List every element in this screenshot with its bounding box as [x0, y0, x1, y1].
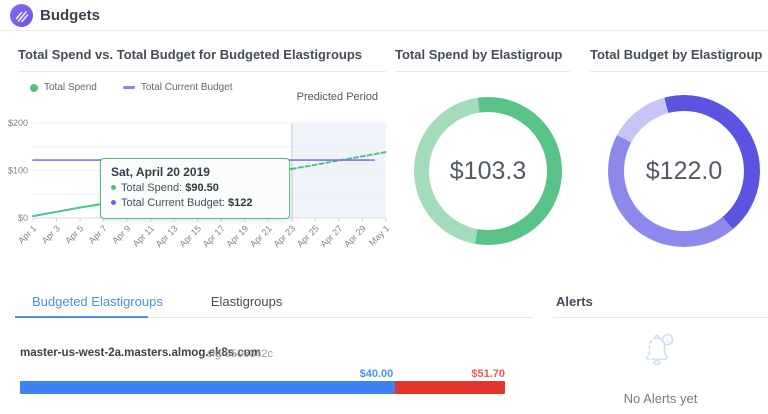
- tooltip-rows: Total Spend: $90.50Total Current Budget:…: [111, 181, 279, 211]
- predicted-period-label: Predicted Period: [297, 91, 378, 103]
- tooltip-bullet-icon: [111, 185, 116, 190]
- chart-tooltip: Sat, April 20 2019 Total Spend: $90.50To…: [100, 158, 290, 219]
- x-tick-label: Apr 3: [40, 223, 62, 245]
- chart-legend: Total Spend Total Current Budget: [30, 82, 233, 93]
- y-tick-label: $100: [8, 166, 28, 176]
- tooltip-bullet-icon: [111, 200, 116, 205]
- x-tick-label: Apr 9: [110, 223, 132, 245]
- divider: [18, 71, 386, 72]
- x-tick-label: Apr 21: [248, 223, 274, 249]
- spotinst-logo-icon: [10, 4, 33, 27]
- total-spend-value: $103.3: [450, 157, 526, 186]
- x-tick-label: Apr 7: [87, 223, 109, 245]
- total-budget-title: Total Budget by Elastigroup: [590, 47, 762, 62]
- x-tick-label: Apr 27: [319, 223, 345, 249]
- page-title: Budgets: [40, 0, 100, 31]
- bell-icon: 1: [634, 329, 680, 375]
- x-tick-label: Apr 5: [63, 223, 85, 245]
- divider: [553, 317, 768, 318]
- bar-within-budget: [20, 381, 395, 394]
- active-tab-underline: [15, 316, 148, 318]
- legend-label: Total Spend: [44, 82, 97, 93]
- y-tick-label: $200: [8, 118, 28, 128]
- total-budget-donut[interactable]: $122.0: [608, 95, 760, 247]
- legend-label: Total Current Budget: [141, 82, 233, 93]
- legend-item[interactable]: Total Spend: [30, 82, 97, 93]
- x-tick-label: Apr 13: [154, 223, 180, 249]
- elastigroup-sig: sig-5505342c: [207, 348, 273, 360]
- x-tick-label: Apr 29: [342, 223, 368, 249]
- x-tick-label: Apr 11: [131, 223, 156, 248]
- budget-amount-label: $40.00: [333, 368, 393, 380]
- tooltip-value: $122: [228, 197, 252, 209]
- legend-dot-icon: [30, 84, 38, 92]
- bar-over-budget: [395, 381, 505, 394]
- alerts-title: Alerts: [556, 294, 593, 309]
- budgets-page: Budgets Total Spend vs. Total Budget for…: [0, 0, 768, 414]
- x-tick-label: Apr 25: [295, 223, 321, 249]
- total-spend-title: Total Spend by Elastigroup: [395, 47, 562, 62]
- x-tick-label: Apr 1: [16, 223, 38, 245]
- total-budget-value: $122.0: [646, 157, 722, 186]
- budget-usage-bar: [20, 381, 505, 394]
- x-tick-label: Apr 15: [177, 223, 203, 249]
- divider: [395, 71, 570, 72]
- tab-elastigroups[interactable]: Elastigroups: [211, 294, 283, 309]
- tooltip-row: Total Current Budget: $122: [111, 196, 279, 211]
- divider: [590, 71, 768, 72]
- no-alerts-text: No Alerts yet: [553, 391, 768, 406]
- x-tick-label: Apr 17: [201, 223, 227, 249]
- spend-vs-budget-title: Total Spend vs. Total Budget for Budgete…: [18, 47, 362, 62]
- total-spend-donut[interactable]: $103.3: [414, 97, 562, 245]
- legend-item[interactable]: Total Current Budget: [123, 82, 233, 93]
- bell-badge-count: 1: [666, 337, 670, 344]
- x-tick-label: Apr 19: [224, 223, 250, 249]
- x-tick-label: May 1: [367, 223, 390, 247]
- tab-budgeted-elastigroups[interactable]: Budgeted Elastigroups: [32, 294, 163, 309]
- donut-center: $103.3: [429, 112, 547, 230]
- elastigroup-tabs: Budgeted Elastigroups Elastigroups: [32, 294, 282, 309]
- tooltip-value: $90.50: [185, 182, 219, 194]
- spend-amount-label: $51.70: [445, 368, 505, 380]
- app-header: Budgets: [0, 0, 768, 31]
- donut-center: $122.0: [624, 111, 744, 231]
- legend-dash-icon: [123, 86, 135, 89]
- tab-baseline: [148, 317, 533, 318]
- tooltip-date: Sat, April 20 2019: [111, 165, 279, 179]
- y-tick-label: $0: [18, 213, 28, 223]
- tooltip-row: Total Spend: $90.50: [111, 181, 279, 196]
- x-tick-label: Apr 23: [271, 223, 297, 249]
